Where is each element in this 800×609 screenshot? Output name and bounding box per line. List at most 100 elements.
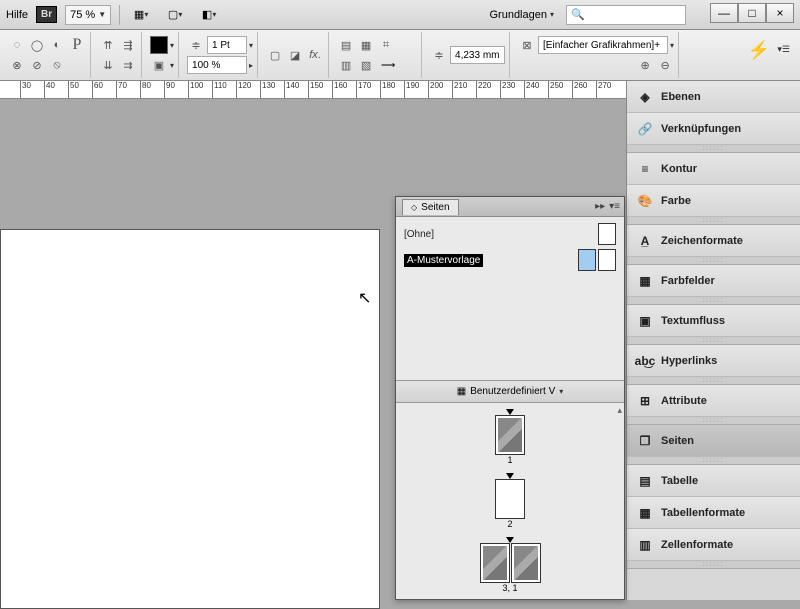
master-row[interactable]: A-Mustervorlage — [404, 247, 616, 273]
tool-icon[interactable]: ◯ — [28, 36, 46, 54]
pages-panel-tab[interactable]: ◇Seiten — [402, 199, 459, 215]
tool-icon[interactable]: ⊗ — [8, 56, 26, 74]
wrap-icon[interactable]: ▦ — [357, 36, 375, 54]
effects-icon[interactable]: ◪ — [286, 46, 304, 64]
tool-icon[interactable]: ⊘ — [28, 56, 46, 74]
tool-icon[interactable]: ◐ — [48, 36, 66, 54]
ruler-tick: 150 — [308, 81, 323, 99]
measure-field[interactable]: 4,233 mm — [450, 46, 505, 64]
scroll-up-icon[interactable]: ▴ — [617, 405, 622, 416]
pages-panel-header[interactable]: ◇Seiten ▸▸ ▾≡ — [396, 197, 624, 217]
stroke-weight-field[interactable]: 1 Pt — [207, 36, 247, 54]
align-icon[interactable]: ⇉ — [119, 56, 137, 74]
text-wrap-icon: ▣ — [637, 313, 653, 329]
view-options-icon[interactable]: ▦▾ — [128, 4, 154, 26]
stroke-stepper[interactable]: ≑ — [187, 36, 205, 54]
screen-mode-icon[interactable]: ▢▾ — [162, 4, 188, 26]
panel-label: Verknüpfungen — [661, 123, 741, 135]
align-icon[interactable]: ⇶ — [119, 36, 137, 54]
ruler-tick: 210 — [452, 81, 467, 99]
crop-icon[interactable]: ⌗ — [377, 36, 395, 54]
ruler-tick: 100 — [188, 81, 203, 99]
page-spread[interactable] — [480, 543, 541, 583]
maximize-button[interactable]: □ — [738, 3, 766, 23]
minimize-button[interactable]: — — [710, 3, 738, 23]
fill-swatch[interactable] — [150, 36, 168, 54]
panel-table-styles[interactable]: ▦Tabellenformate — [627, 497, 800, 529]
new-style-icon[interactable]: ⊕ — [636, 56, 654, 74]
panel-label: Farbfelder — [661, 275, 715, 287]
panel-color[interactable]: 🎨Farbe — [627, 185, 800, 217]
quick-apply-icon[interactable]: ⚡ — [748, 40, 770, 61]
clear-style-icon[interactable]: ⊖ — [656, 56, 674, 74]
panel-attributes[interactable]: ⊞Attribute — [627, 385, 800, 417]
panel-stroke[interactable]: ≡Kontur — [627, 153, 800, 185]
master-label: [Ohne] — [404, 229, 434, 240]
panel-label: Seiten — [661, 435, 694, 447]
tool-icon[interactable]: ◌ — [8, 36, 26, 54]
tool-icon[interactable]: ⦸ — [48, 56, 66, 74]
ruler-tick: 180 — [380, 81, 395, 99]
panel-cell-styles[interactable]: ▥Zellenformate — [627, 529, 800, 561]
ruler-tick: 170 — [356, 81, 371, 99]
panel-layers[interactable]: ◈Ebenen — [627, 81, 800, 113]
panel-label: Kontur — [661, 163, 697, 175]
master-thumb[interactable] — [578, 249, 616, 271]
search-input[interactable]: 🔍 — [566, 5, 686, 25]
opacity-field[interactable]: 100 % — [187, 56, 247, 74]
page-entry[interactable]: 1 — [400, 409, 620, 465]
ruler-tick: 160 — [332, 81, 347, 99]
page-entry[interactable]: 3, 1 — [400, 537, 620, 593]
collapse-icon[interactable]: ▸▸ — [595, 201, 605, 212]
page-thumb[interactable] — [495, 415, 525, 455]
panel-separator: :::::: — [627, 377, 800, 385]
panel-label: Zeichenformate — [661, 235, 743, 247]
layers-icon: ◈ — [637, 89, 653, 105]
align-icon[interactable]: ⇊ — [99, 56, 117, 74]
effects-icon[interactable]: ▢ — [266, 46, 284, 64]
fx-icon[interactable]: fx. — [306, 46, 324, 64]
panel-char-styles[interactable]: A̲Zeichenformate — [627, 225, 800, 257]
control-bar: ◌ ◯ ◐ P ⊗ ⊘ ⦸ ⇈ ⇶ ⇊ ⇉ ▾ ▣▾ ≑ 1 Pt▾ 100 %… — [0, 30, 800, 81]
workspace-switcher[interactable]: Grundlagen▾ — [485, 5, 558, 25]
pages-icon: ❐ — [637, 433, 653, 449]
panel-label: Tabellenformate — [661, 507, 745, 519]
wrap-icon[interactable]: ▥ — [337, 56, 355, 74]
document-canvas[interactable] — [0, 229, 380, 609]
panel-table[interactable]: ▤Tabelle — [627, 465, 800, 497]
table-icon: ▤ — [637, 473, 653, 489]
help-menu[interactable]: Hilfe — [6, 9, 28, 21]
ruler-tick: 190 — [404, 81, 419, 99]
panel-menu-icon[interactable]: ▾≡ — [609, 201, 620, 212]
master-label: A-Mustervorlage — [404, 254, 483, 267]
zoom-combo[interactable]: 75 %▼ — [65, 5, 111, 25]
frame-icon[interactable]: ⊠ — [518, 36, 536, 54]
ruler-tick: 90 — [164, 81, 175, 99]
wrap-icon[interactable]: ▤ — [337, 36, 355, 54]
panel-hyperlinks[interactable]: ab͜cHyperlinks — [627, 345, 800, 377]
panel-separator: :::::: — [627, 561, 800, 569]
page-thumb[interactable] — [495, 479, 525, 519]
ruler-tick: 110 — [212, 81, 227, 99]
bridge-icon[interactable]: Br — [36, 6, 57, 23]
master-row[interactable]: [Ohne] — [404, 221, 616, 247]
control-menu-icon[interactable]: ▾☰ — [777, 44, 790, 55]
right-panel-dock: ◈Ebenen🔗Verknüpfungen::::::≡Kontur🎨Farbe… — [626, 81, 800, 600]
stroke-swatch[interactable]: ▣ — [150, 56, 168, 74]
panel-links[interactable]: 🔗Verknüpfungen — [627, 113, 800, 145]
align-icon[interactable]: ⇈ — [99, 36, 117, 54]
object-style-field[interactable]: [Einfacher Grafikrahmen]+ — [538, 36, 668, 54]
page-entry[interactable]: 2 — [400, 473, 620, 529]
pages-section: ▴ 1 2 3, 1 — [396, 403, 624, 599]
measure-stepper[interactable]: ≑ — [430, 46, 448, 64]
spread-selector[interactable]: ▦Benutzerdefiniert V▾ — [396, 381, 624, 403]
panel-pages[interactable]: ❐ Seiten — [627, 425, 800, 457]
arrange-icon[interactable]: ◧▾ — [196, 4, 222, 26]
wrap-icon[interactable]: ▧ — [357, 56, 375, 74]
ruler-tick: 220 — [476, 81, 491, 99]
master-thumb[interactable] — [598, 223, 616, 245]
panel-swatches[interactable]: ▦Farbfelder — [627, 265, 800, 297]
tool-icon[interactable]: P — [68, 36, 86, 54]
panel-text-wrap[interactable]: ▣Textumfluss — [627, 305, 800, 337]
close-button[interactable]: × — [766, 3, 794, 23]
